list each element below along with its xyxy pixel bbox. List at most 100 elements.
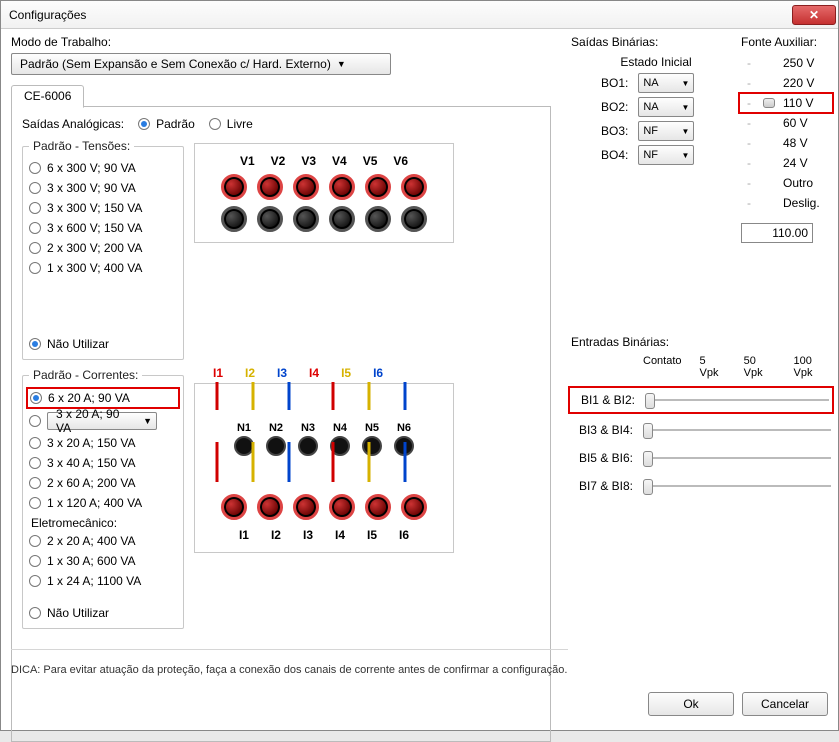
correntes-legend: Padrão - Correntes:	[29, 368, 142, 382]
jack-icon	[329, 206, 355, 232]
bo1-row: BO1: NA▼	[601, 73, 711, 93]
tensao-opt-3[interactable]: 3 x 600 V; 150 VA	[29, 221, 177, 235]
corrente-opt-1-dropdown[interactable]: 3 x 20 A; 90 VA▼	[47, 412, 157, 430]
bi7-bi8-slider[interactable]	[643, 477, 831, 495]
corrente-opt-1[interactable]: 3 x 20 A; 90 VA▼	[29, 412, 177, 430]
jack-icon	[401, 174, 427, 200]
tick-icon: -	[743, 136, 755, 150]
chevron-down-icon: ▼	[681, 151, 689, 160]
close-icon: ✕	[809, 8, 819, 22]
radio-icon	[29, 535, 41, 547]
slider-thumb-icon[interactable]	[643, 479, 653, 495]
bi1-bi2-slider[interactable]	[645, 391, 829, 409]
diagrams: V1 V2 V3 V4 V5 V6	[194, 143, 454, 553]
tensao-opt-2[interactable]: 3 x 300 V; 150 VA	[29, 201, 177, 215]
radio-icon	[29, 222, 41, 234]
bo2-dropdown[interactable]: NA▼	[638, 97, 694, 117]
voltage-labels: V1 V2 V3 V4 V5 V6	[240, 154, 408, 168]
bo1-dropdown[interactable]: NA▼	[638, 73, 694, 93]
bo4-label: BO4:	[601, 148, 628, 162]
analog-padrao-radio[interactable]: Padrão	[138, 117, 195, 131]
jack-icon	[329, 494, 355, 520]
close-button[interactable]: ✕	[792, 5, 836, 25]
slider-thumb-icon[interactable]	[643, 423, 653, 439]
jack-icon	[221, 206, 247, 232]
bi1-bi2-row: BI1 & BI2:	[571, 389, 831, 411]
n2: N2	[266, 422, 286, 456]
aux-220v[interactable]: -220 V	[741, 75, 831, 91]
eletromecanico-title: Eletromecânico:	[31, 516, 177, 530]
bo3-row: BO3: NF▼	[601, 121, 711, 141]
aux-source-slider[interactable]: -250 V -220 V -110 V -60 V -48 V -24 V -…	[741, 55, 831, 211]
radio-icon	[29, 415, 41, 427]
slider-thumb-icon[interactable]	[763, 98, 775, 108]
slider-thumb-icon[interactable]	[643, 451, 653, 467]
corrente-opt-5[interactable]: 1 x 120 A; 400 VA	[29, 496, 177, 510]
corrente-opt-0[interactable]: 6 x 20 A; 90 VA	[29, 390, 177, 406]
radio-icon	[29, 162, 41, 174]
aux-48v[interactable]: -48 V	[741, 135, 831, 151]
radio-icon	[29, 242, 41, 254]
n3: N3	[298, 422, 318, 456]
aux-250v[interactable]: -250 V	[741, 55, 831, 71]
bi5-bi6-slider[interactable]	[643, 449, 831, 467]
n1: N1	[234, 422, 254, 456]
workmode-value: Padrão (Sem Expansão e Sem Conexão c/ Ha…	[20, 57, 331, 71]
bo4-row: BO4: NF▼	[601, 145, 711, 165]
current-top-labels: I1 I2 I3 I4 I5 I6	[213, 366, 383, 380]
bi3-bi4-slider[interactable]	[643, 421, 831, 439]
workmode-dropdown[interactable]: Padrão (Sem Expansão e Sem Conexão c/ Ha…	[11, 53, 391, 75]
analog-livre-radio[interactable]: Livre	[209, 117, 253, 131]
chevron-down-icon: ▼	[143, 416, 152, 426]
aux-outro[interactable]: -Outro	[741, 175, 831, 191]
cancel-button[interactable]: Cancelar	[742, 692, 828, 716]
left-column: Padrão - Tensões: 6 x 300 V; 90 VA 3 x 3…	[22, 131, 184, 629]
bi5-bi6-row: BI5 & BI6:	[571, 449, 831, 467]
tensao-opt-0[interactable]: 6 x 300 V; 90 VA	[29, 161, 177, 175]
chevron-down-icon: ▼	[681, 127, 689, 136]
tensao-opt-1[interactable]: 3 x 300 V; 90 VA	[29, 181, 177, 195]
elet-opt-2[interactable]: 1 x 24 A; 1100 VA	[29, 574, 177, 588]
aux-source-value[interactable]	[741, 223, 813, 243]
elet-opt-0[interactable]: 2 x 20 A; 400 VA	[29, 534, 177, 548]
tab-ce6006[interactable]: CE-6006	[11, 85, 84, 108]
tick-icon: -	[743, 156, 755, 170]
corrente-nao-utilizar[interactable]: Não Utilizar	[29, 606, 177, 620]
jack-icon	[257, 174, 283, 200]
tensao-nao-utilizar[interactable]: Não Utilizar	[29, 337, 177, 351]
tensoes-legend: Padrão - Tensões:	[29, 139, 134, 153]
slider-thumb-icon[interactable]	[645, 393, 655, 409]
bo4-dropdown[interactable]: NF▼	[638, 145, 694, 165]
tensoes-group: Padrão - Tensões: 6 x 300 V; 90 VA 3 x 3…	[22, 139, 184, 360]
corrente-opt-2[interactable]: 3 x 20 A; 150 VA	[29, 436, 177, 450]
current-bottom-labels: I1 I2 I3 I4 I5 I6	[239, 528, 409, 542]
bo3-dropdown[interactable]: NF▼	[638, 121, 694, 141]
corrente-opt-3[interactable]: 3 x 40 A; 150 VA	[29, 456, 177, 470]
content: Modo de Trabalho: Padrão (Sem Expansão e…	[11, 35, 828, 720]
current-panel: I1 I2 I3 I4 I5 I6	[194, 383, 454, 553]
jack-icon	[293, 206, 319, 232]
jack-icon	[293, 494, 319, 520]
elet-opt-1[interactable]: 1 x 30 A; 600 VA	[29, 554, 177, 568]
radio-icon	[30, 392, 42, 404]
aux-24v[interactable]: -24 V	[741, 155, 831, 171]
jack-icon	[266, 436, 286, 456]
jack-icon	[298, 436, 318, 456]
jack-icon	[234, 436, 254, 456]
aux-deslig[interactable]: -Deslig.	[741, 195, 831, 211]
tick-icon: -	[743, 76, 755, 90]
dialog-buttons: Ok Cancelar	[648, 692, 828, 716]
radio-icon	[29, 607, 41, 619]
tensao-opt-4[interactable]: 2 x 300 V; 200 VA	[29, 241, 177, 255]
jack-icon	[330, 436, 350, 456]
voltage-panel: V1 V2 V3 V4 V5 V6	[194, 143, 454, 243]
jack-icon	[394, 436, 414, 456]
titlebar: Configurações ✕	[1, 1, 838, 29]
corrente-opt-4[interactable]: 2 x 60 A; 200 VA	[29, 476, 177, 490]
aux-110v[interactable]: -110 V	[741, 95, 831, 111]
chevron-down-icon: ▼	[681, 103, 689, 112]
tensao-opt-5[interactable]: 1 x 300 V; 400 VA	[29, 261, 177, 275]
aux-60v[interactable]: -60 V	[741, 115, 831, 131]
jack-icon	[365, 494, 391, 520]
ok-button[interactable]: Ok	[648, 692, 734, 716]
